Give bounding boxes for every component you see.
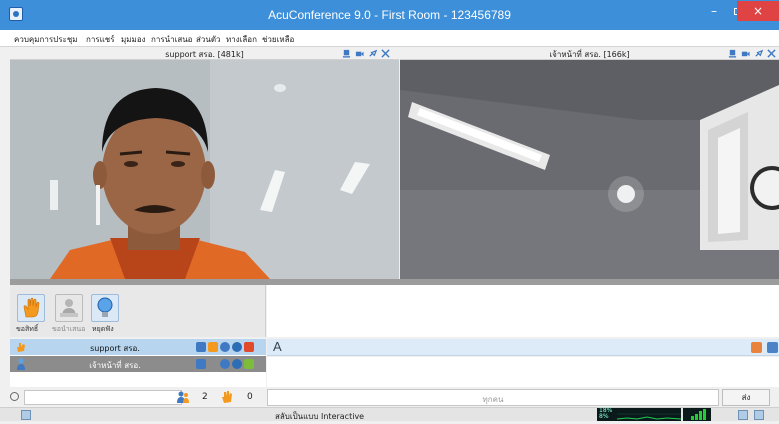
app-window: AcuConference 9.0 - First Room - 1234567… [0, 0, 779, 421]
signal-meter [683, 408, 711, 421]
keyboard-icon[interactable] [21, 410, 31, 420]
right-video-image [400, 60, 779, 279]
participant-name: เจ้าหน้าที่ สรอ. [89, 361, 141, 370]
windows-icon [244, 342, 254, 352]
title-bar: AcuConference 9.0 - First Room - 1234567… [0, 0, 779, 30]
cpu-bottom-value: 8% [599, 413, 609, 420]
pin-icon[interactable] [754, 49, 763, 58]
save-icon[interactable] [767, 342, 778, 353]
participant-list: support สรอ. เจ้าหน้าที่ สรอ. [10, 339, 266, 387]
status-icon [244, 359, 254, 369]
menu-options[interactable]: ทางเลือก [226, 33, 257, 46]
signal-icon [691, 409, 706, 420]
raise-hand-label: ขอสิทธิ์ [16, 325, 39, 333]
request-present-label: ขอนำเสนอ [52, 325, 86, 333]
hand-icon [208, 342, 218, 352]
menu-presentation[interactable]: การนำเสนอ [151, 33, 192, 46]
left-video-header: support สรอ. [481k] [10, 47, 399, 60]
menu-meeting-control[interactable]: ควบคุมการประชุม [14, 33, 78, 46]
cpu-graph [617, 413, 681, 420]
mute-label: หยุดฟัง [92, 325, 114, 333]
participant-row[interactable]: support สรอ. [10, 339, 266, 355]
screen-icon[interactable] [196, 359, 206, 369]
save-icon[interactable] [342, 49, 351, 58]
cpu-meter: 18% 8% [597, 408, 681, 421]
menu-view[interactable]: มุมมอง [121, 33, 146, 46]
search-icon [10, 392, 19, 401]
detach-icon[interactable] [767, 49, 776, 58]
chat-recipient: ทุกคน [482, 395, 504, 404]
right-video-tools [726, 48, 779, 59]
presentation-area [267, 285, 779, 337]
minimize-button[interactable]: – [702, 1, 726, 21]
raise-hand-button[interactable] [17, 294, 45, 322]
left-video-image [10, 60, 399, 279]
font-button[interactable]: A [273, 339, 282, 354]
monitor-icon[interactable] [754, 410, 764, 420]
participant-name: support สรอ. [90, 344, 140, 353]
save-icon[interactable] [728, 49, 737, 58]
right-video-header: เจ้าหน้าที่ สรอ. [166k] [400, 47, 779, 60]
camera-icon[interactable] [355, 49, 364, 58]
settings-icon[interactable] [738, 410, 748, 420]
person-icon [17, 358, 25, 370]
pin-icon[interactable] [368, 49, 377, 58]
presenter-icon [60, 299, 78, 317]
menu-help[interactable]: ช่วยเหลือ [262, 33, 294, 46]
camera-icon[interactable] [741, 49, 750, 58]
cpu-meter-values: 18% 8% [599, 408, 612, 420]
bulb-icon [97, 297, 113, 317]
menu-share[interactable]: การแชร์ [86, 33, 115, 46]
camera-icon[interactable] [232, 359, 242, 369]
window-title: AcuConference 9.0 - First Room - 1234567… [268, 8, 511, 22]
hand-icon [222, 391, 232, 403]
left-video-feed[interactable] [10, 60, 399, 279]
mic-icon[interactable] [220, 359, 230, 369]
screen-icon[interactable] [196, 342, 206, 352]
control-panel: ขอสิทธิ์ ขอนำเสนอ หยุดฟัง [10, 285, 266, 337]
participant-search-row: 2 0 [10, 389, 266, 406]
user-icon[interactable] [751, 342, 762, 353]
detach-icon[interactable] [381, 49, 390, 58]
mode-switch-text[interactable]: สลับเป็นแบบ Interactive [275, 410, 364, 423]
hand-count: 0 [247, 392, 253, 402]
user-count: 2 [202, 392, 208, 402]
close-button[interactable]: × [737, 1, 779, 21]
menu-bar: ควบคุมการประชุม การแชร์ มุมมอง การนำเสนอ… [0, 30, 779, 47]
chat-recipient-field[interactable]: ทุกคน [267, 389, 719, 406]
status-bar: สลับเป็นแบบ Interactive 18% 8% [0, 407, 779, 421]
chat-toolbar: A [267, 339, 779, 356]
hand-icon [17, 343, 25, 352]
chat-messages [267, 357, 779, 387]
hand-icon [23, 297, 40, 318]
search-input[interactable] [24, 390, 182, 405]
users-icon [177, 391, 189, 403]
send-button[interactable]: ส่ง [722, 389, 770, 406]
mute-button[interactable] [91, 294, 119, 322]
request-present-button[interactable] [55, 294, 83, 322]
left-video-tools [340, 48, 398, 59]
menu-personal[interactable]: ส่วนตัว [196, 33, 221, 46]
participant-row[interactable]: เจ้าหน้าที่ สรอ. [10, 356, 266, 372]
camera-icon[interactable] [232, 342, 242, 352]
mic-icon[interactable] [220, 342, 230, 352]
right-video-feed[interactable] [400, 60, 779, 279]
